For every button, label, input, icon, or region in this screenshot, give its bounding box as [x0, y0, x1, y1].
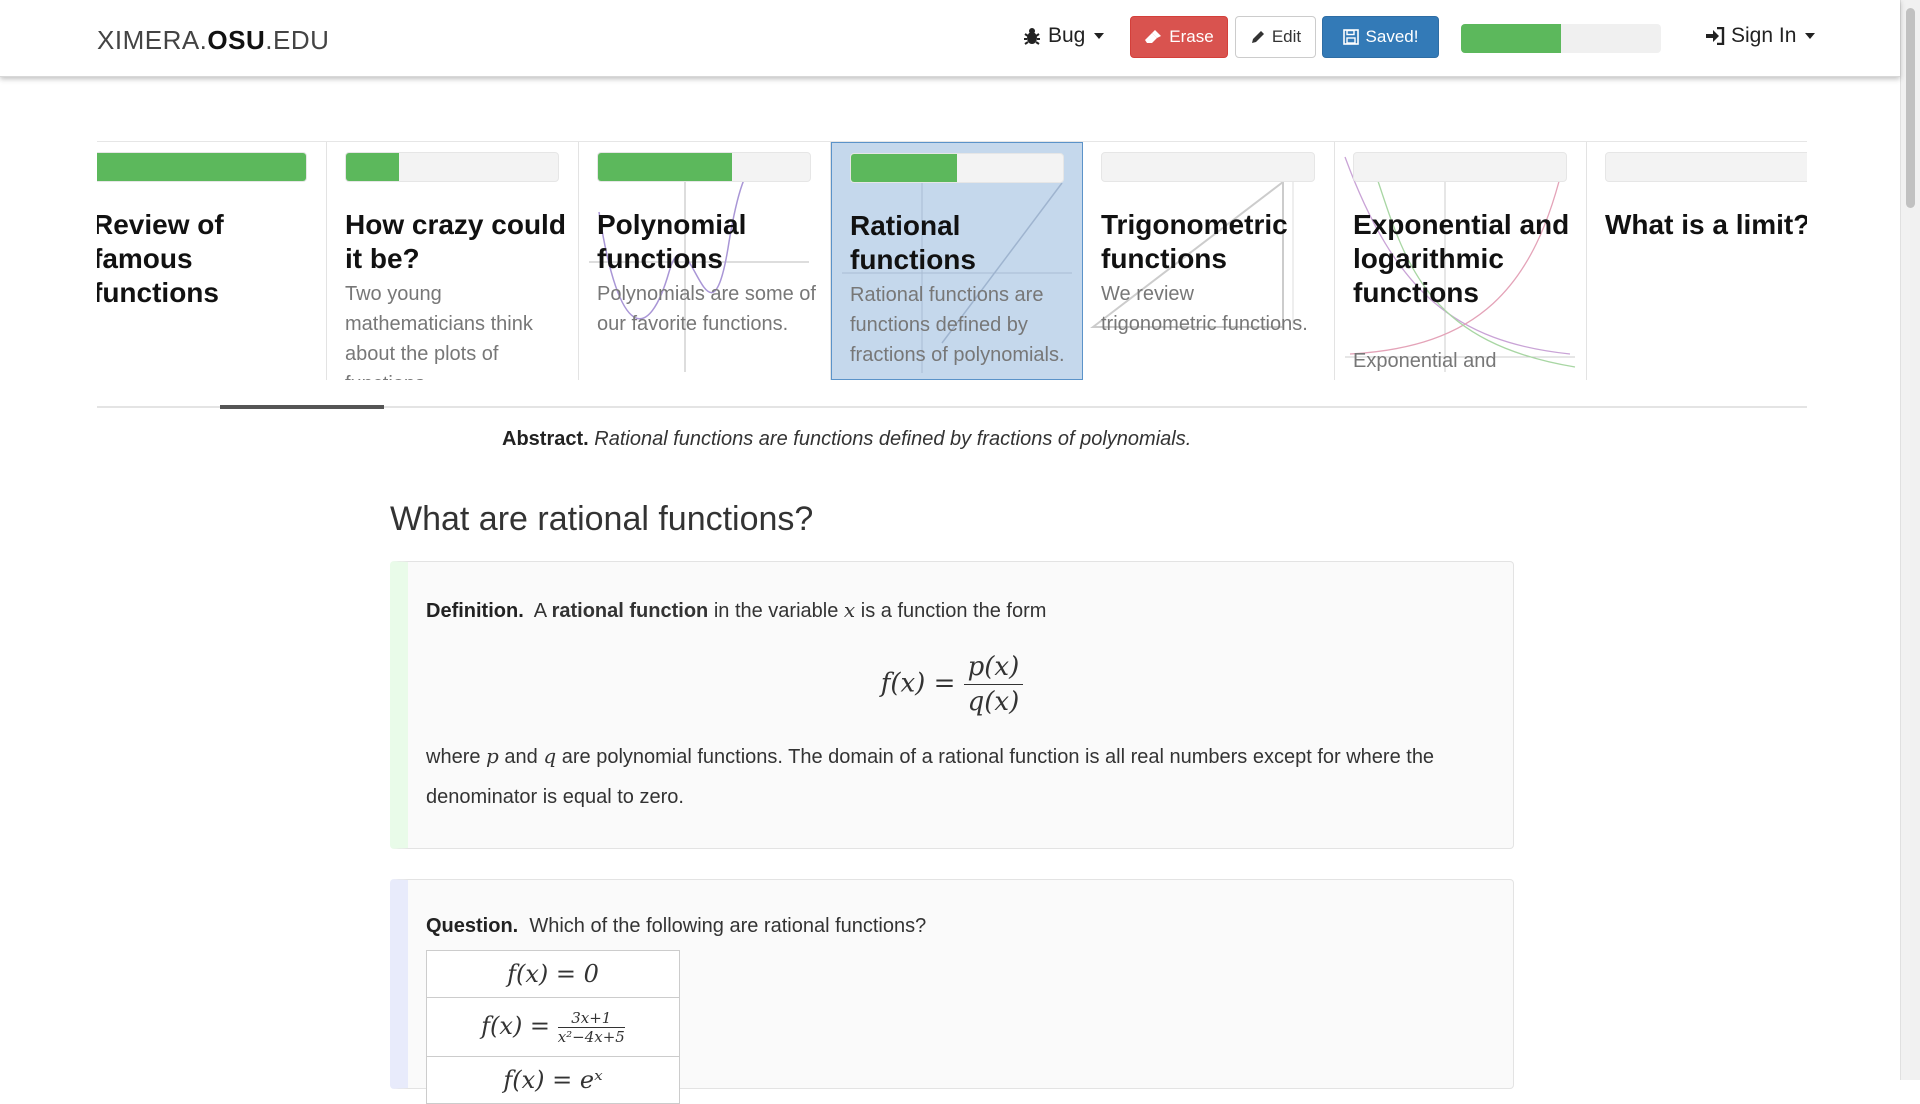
activity-card-rational-functions[interactable]: Rational functions Rational functions ar… [831, 142, 1083, 380]
choice-denominator: x²−4x+5 [557, 1027, 625, 1046]
card-progress-bar [1101, 152, 1315, 182]
site-brand-link[interactable]: XIMERA.OSU.EDU [97, 25, 329, 56]
card-progress-fill [346, 153, 399, 181]
progress-fill [1461, 24, 1561, 53]
edit-label: Edit [1271, 27, 1302, 46]
card-progress-bar [97, 152, 307, 182]
overall-progress-bar [1461, 24, 1661, 53]
formula-fraction: p(x) q(x) [963, 652, 1024, 717]
variable-q: q [543, 744, 557, 768]
card-title: Trigonometric functions [1101, 209, 1288, 274]
card-progress-bar [345, 152, 559, 182]
edit-button[interactable]: Edit [1235, 16, 1316, 58]
saved-label: Saved! [1365, 27, 1419, 46]
erase-button[interactable]: Erase [1130, 16, 1228, 58]
card-title: Exponential and logarithmic functions [1353, 209, 1570, 308]
bug-label: Bug [1048, 24, 1086, 47]
sign-in-icon [1706, 27, 1725, 45]
sign-in-label: Sign In [1731, 24, 1797, 47]
definition-body-and: and [504, 746, 538, 768]
activity-card-trigonometric-functions[interactable]: Trigonometric functions We review trigon… [1083, 142, 1335, 380]
definition-body: where p and q are polynomial functions. … [426, 736, 1496, 817]
card-summary: We review trigonometric functions. [1101, 283, 1308, 335]
save-icon [1342, 29, 1359, 45]
eraser-icon [1145, 30, 1162, 43]
definition-body-pre: where [426, 746, 481, 768]
question-label: Question. [426, 915, 519, 937]
card-summary: Exponential and [1353, 350, 1497, 372]
definition-intro-pre: A [533, 600, 547, 622]
bug-dropdown[interactable]: Bug [1022, 24, 1105, 48]
abstract-text: Rational functions are functions defined… [594, 428, 1192, 450]
activity-card-what-is-a-limit[interactable]: What is a limit? [1587, 142, 1807, 380]
card-title: Review of famous functions [97, 209, 224, 308]
erase-label: Erase [1169, 27, 1214, 46]
question-text: Which of the following are rational func… [529, 915, 927, 937]
brand-suffix: .EDU [265, 25, 330, 55]
formula-lhs: f(x) = [880, 668, 956, 699]
question-box: Question. Which of the following are rat… [390, 879, 1514, 1104]
abstract: Abstract. Rational functions are functio… [502, 428, 1191, 451]
activity-card-review-famous-functions[interactable]: Review of famous functions [97, 142, 327, 380]
card-progress-bar [1605, 152, 1807, 182]
scrollbar-thumb[interactable] [1906, 8, 1915, 208]
brand-bold: OSU [207, 25, 266, 55]
sign-in-dropdown[interactable]: Sign In [1705, 24, 1816, 48]
choice-lhs: f(x) = [481, 1011, 551, 1040]
card-progress-bar [850, 153, 1064, 183]
chevron-down-icon [1805, 33, 1816, 39]
rational-function-formula: f(x) = p(x) q(x) [408, 652, 1496, 717]
choice-cell[interactable]: f(x) = eˣ [426, 1056, 680, 1104]
activity-card-polynomial-functions[interactable]: Polynomial functions Polynomials are som… [579, 142, 831, 380]
page-scrollbar[interactable] [1900, 0, 1920, 1080]
card-progress-fill [598, 153, 732, 181]
card-progress-fill [97, 153, 306, 181]
question-prompt: Question. Which of the following are rat… [426, 915, 926, 938]
pencil-icon [1251, 30, 1264, 43]
card-summary: Two young mathematicians think about the… [345, 283, 533, 380]
card-title: How crazy could it be? [345, 209, 566, 274]
definition-intro: Definition. A rational function in the v… [426, 598, 1046, 623]
section-title: What are rational functions? [390, 500, 814, 538]
activity-card-exponential-logarithmic[interactable]: Exponential and logarithmic functions Ex… [1335, 142, 1587, 380]
choice-numerator: 3x+1 [557, 1009, 625, 1028]
saved-button[interactable]: Saved! [1322, 16, 1439, 58]
activity-card-how-crazy[interactable]: How crazy could it be? Two young mathema… [327, 142, 579, 380]
card-progress-fill [851, 154, 957, 182]
carousel-scroll-indicator[interactable] [220, 405, 384, 409]
bug-icon [1024, 28, 1040, 45]
choice-cell[interactable]: f(x) = 3x+1 x²−4x+5 [426, 997, 680, 1057]
activity-carousel: Review of famous functions How crazy cou… [97, 141, 1807, 382]
card-title: Polynomial functions [597, 209, 747, 274]
definition-box: Definition. A rational function in the v… [390, 561, 1514, 849]
choice-row[interactable]: f(x) = eˣ [426, 1056, 680, 1104]
choices-table: f(x) = 0 f(x) = 3x+1 x²−4x+5 f(x) = eˣ [426, 950, 680, 1104]
definition-intro-mid: in the variable [713, 600, 839, 622]
card-title: What is a limit? [1605, 209, 1807, 240]
abstract-label: Abstract. [502, 428, 589, 450]
card-summary: Polynomials are some of our favorite fun… [597, 283, 816, 335]
formula-numerator: p(x) [963, 652, 1024, 685]
card-title: Rational functions [850, 210, 976, 275]
variable-p: p [486, 744, 499, 768]
choice-row[interactable]: f(x) = 0 [426, 950, 680, 998]
definition-body-post: are polynomial functions. The domain of … [426, 746, 1435, 808]
choice-row[interactable]: f(x) = 3x+1 x²−4x+5 [426, 997, 680, 1057]
choice-fraction: 3x+1 x²−4x+5 [557, 1009, 625, 1046]
top-navbar: XIMERA.OSU.EDU Bug Erase Edit Saved! Sig… [0, 0, 1900, 77]
card-progress-bar [597, 152, 811, 182]
definition-label: Definition. [426, 600, 524, 622]
brand-prefix: XIMERA. [97, 25, 208, 55]
variable-x: x [843, 598, 856, 622]
definition-term: rational function [551, 600, 709, 622]
card-summary: Rational functions are functions defined… [850, 284, 1065, 366]
chevron-down-icon [1094, 33, 1105, 39]
choice-cell[interactable]: f(x) = 0 [426, 950, 680, 998]
formula-denominator: q(x) [967, 687, 1020, 717]
definition-intro-post: is a function the form [860, 600, 1047, 622]
card-progress-bar [1353, 152, 1567, 182]
